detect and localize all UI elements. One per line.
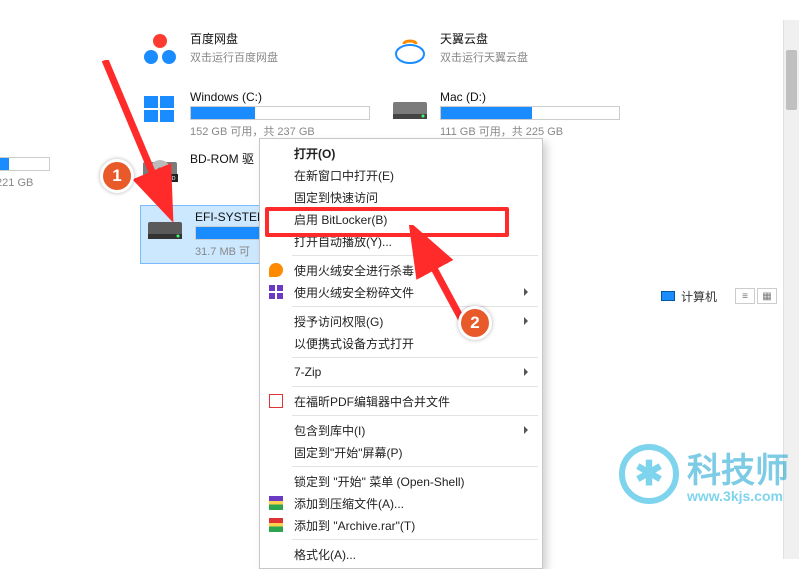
- drive-icon: [145, 210, 185, 250]
- menu-pin-quick-access[interactable]: 固定到快速访问: [262, 186, 540, 208]
- drive-capacity: 111 GB 可用，共 225 GB: [440, 123, 640, 139]
- menu-add-to-archive[interactable]: 添加到压缩文件(A)...: [262, 492, 540, 514]
- drive-partial-left[interactable]: 用，共 221 GB: [0, 155, 90, 190]
- menu-separator: [292, 466, 538, 467]
- footer-label: 计算机: [681, 288, 717, 305]
- menu-add-to-rar[interactable]: 添加到 "Archive.rar"(T): [262, 514, 540, 536]
- chevron-right-icon: [524, 288, 532, 296]
- menu-separator: [292, 386, 538, 387]
- capacity-bar: [440, 106, 620, 120]
- menu-autoplay[interactable]: 打开自动播放(Y)...: [262, 230, 540, 252]
- computer-icon: [661, 291, 675, 301]
- grid-icon: [268, 284, 284, 300]
- menu-separator: [292, 306, 538, 307]
- item-subtitle: 双击运行百度网盘: [190, 49, 390, 65]
- menu-open-new-window[interactable]: 在新窗口中打开(E): [262, 164, 540, 186]
- menu-huorong-shred[interactable]: 使用火绒安全粉碎文件: [262, 281, 540, 303]
- capacity-bar: [0, 157, 50, 171]
- annotation-badge-2: 2: [458, 306, 492, 340]
- menu-foxit-merge[interactable]: 在福昕PDF编辑器中合并文件: [262, 390, 540, 412]
- menu-portable-device[interactable]: 以便携式设备方式打开: [262, 332, 540, 354]
- item-baidu-netdisk[interactable]: 百度网盘 双击运行百度网盘: [140, 30, 390, 70]
- archive-icon: [268, 517, 284, 533]
- cloud-icon: [390, 30, 430, 70]
- scroll-thumb[interactable]: [786, 50, 797, 110]
- drive-mac-d[interactable]: Mac (D:) 111 GB 可用，共 225 GB: [390, 90, 640, 139]
- menu-7zip[interactable]: 7-Zip: [262, 361, 540, 383]
- menu-grant-access[interactable]: 授予访问权限(G): [262, 310, 540, 332]
- view-tiles-icon[interactable]: ▦: [757, 288, 777, 304]
- menu-separator: [292, 357, 538, 358]
- context-menu: 打开(O) 在新窗口中打开(E) 固定到快速访问 启用 BitLocker(B)…: [259, 138, 543, 569]
- item-title: 天翼云盘: [440, 30, 640, 47]
- item-tianyi-cloud[interactable]: 天翼云盘 双击运行天翼云盘: [390, 30, 640, 70]
- menu-huorong-scan[interactable]: 使用火绒安全进行杀毒: [262, 259, 540, 281]
- drive-icon: [390, 90, 430, 130]
- menu-separator: [292, 255, 538, 256]
- menu-include-library[interactable]: 包含到库中(I): [262, 419, 540, 441]
- drive-windows-c[interactable]: Windows (C:) 152 GB 可用，共 237 GB: [140, 90, 390, 139]
- chevron-right-icon: [524, 426, 532, 434]
- menu-pin-start[interactable]: 固定到"开始"屏幕(P): [262, 441, 540, 463]
- chevron-right-icon: [524, 368, 532, 376]
- windows-logo-icon: [140, 90, 180, 130]
- drive-capacity: 用，共 221 GB: [0, 174, 90, 190]
- annotation-badge-1: 1: [100, 159, 134, 193]
- drive-title: Mac (D:): [440, 90, 640, 104]
- baidu-icon: [140, 30, 180, 70]
- vertical-scrollbar[interactable]: [783, 20, 799, 559]
- menu-separator: [292, 415, 538, 416]
- view-details-icon[interactable]: ≡: [735, 288, 755, 304]
- menu-open[interactable]: 打开(O): [262, 142, 540, 164]
- status-footer: 计算机 ≡ ▦: [661, 285, 777, 307]
- menu-lock-start-openshell[interactable]: 锁定到 "开始" 菜单 (Open-Shell): [262, 470, 540, 492]
- menu-enable-bitlocker[interactable]: 启用 BitLocker(B): [262, 208, 540, 230]
- chevron-right-icon: [524, 317, 532, 325]
- drive-capacity: 152 GB 可用，共 237 GB: [190, 123, 390, 139]
- shield-icon: [268, 262, 284, 278]
- item-subtitle: 双击运行天翼云盘: [440, 49, 640, 65]
- item-title: 百度网盘: [190, 30, 390, 47]
- archive-icon: [268, 495, 284, 511]
- menu-separator: [292, 539, 538, 540]
- pdf-icon: [268, 393, 284, 409]
- capacity-bar: [190, 106, 370, 120]
- menu-format[interactable]: 格式化(A)...: [262, 543, 540, 565]
- drive-title: Windows (C:): [190, 90, 390, 104]
- svg-text:BD: BD: [169, 176, 176, 182]
- disc-icon: BD: [140, 150, 180, 190]
